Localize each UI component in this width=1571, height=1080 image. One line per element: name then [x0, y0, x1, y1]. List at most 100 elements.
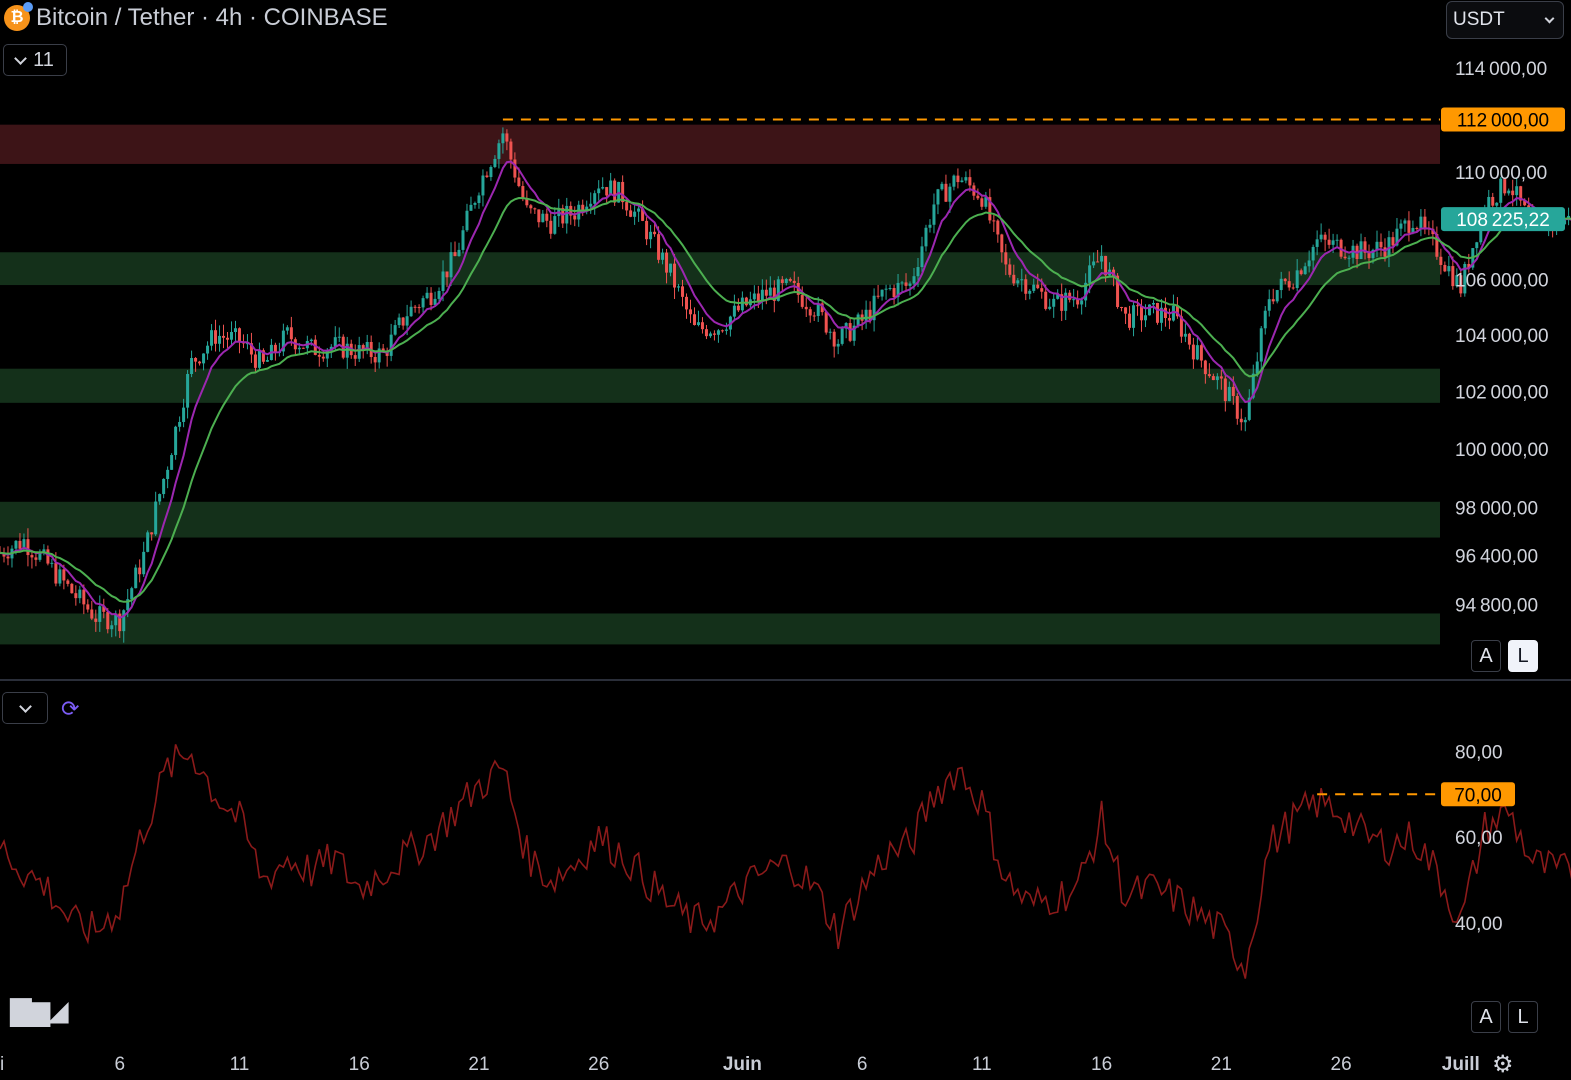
candle-body — [768, 287, 772, 296]
candle-body — [1144, 315, 1148, 321]
log-scale-button[interactable]: L — [1508, 640, 1538, 672]
candle-body — [1331, 240, 1335, 245]
candle-body — [66, 580, 70, 584]
rsi-log-scale-button[interactable]: L — [1508, 1001, 1538, 1033]
candle-body — [218, 335, 222, 344]
settings-gear-icon[interactable]: ⚙ — [1492, 1050, 1514, 1079]
time-tick-label: 16 — [349, 1054, 370, 1075]
candle-body — [708, 333, 712, 337]
rsi-auto-scale-button[interactable]: A — [1471, 1001, 1501, 1033]
candle-body — [784, 278, 788, 284]
candle-body — [106, 611, 110, 630]
candle-body — [1044, 291, 1048, 309]
candle-body — [449, 252, 453, 278]
candle-body — [401, 317, 405, 326]
candle-body — [1507, 190, 1511, 194]
candle-body — [645, 220, 649, 240]
candle-body — [716, 330, 720, 335]
auto-scale-button[interactable]: A — [1471, 640, 1501, 672]
candle-body — [353, 355, 357, 359]
candle-body — [373, 357, 377, 363]
price-tick-label: 102 000,00 — [1455, 382, 1549, 403]
candle-body — [732, 305, 736, 317]
candle-body — [629, 210, 633, 217]
candle-body — [58, 569, 62, 584]
candle-body — [1223, 378, 1227, 402]
candle-body — [142, 551, 146, 575]
time-tick-label: 26 — [1331, 1054, 1352, 1075]
candle-body — [1124, 307, 1128, 314]
candle-body — [932, 204, 936, 225]
candle-body — [756, 293, 760, 302]
candle-body — [265, 360, 269, 362]
sync-icon[interactable]: ⟳ — [61, 696, 79, 722]
candle-body — [1347, 257, 1351, 259]
candle-body — [1439, 256, 1443, 265]
candle-body — [1020, 279, 1024, 281]
candle-body — [1391, 237, 1395, 246]
support-zone — [0, 501, 1440, 538]
candle-body — [1243, 419, 1247, 423]
candle-body — [505, 133, 509, 142]
candle-body — [673, 263, 677, 288]
rsi-tick-label: 80,00 — [1455, 742, 1503, 763]
candle-body — [1128, 313, 1132, 328]
candle-body — [601, 187, 605, 189]
candle-body — [1399, 223, 1403, 229]
candle-body — [856, 314, 860, 326]
candle-body — [237, 328, 241, 342]
candle-body — [517, 177, 521, 187]
candle-body — [1008, 264, 1012, 275]
time-tick-label: Juin — [723, 1054, 762, 1075]
candle-body — [900, 282, 904, 284]
rsi-collapse-button[interactable] — [2, 692, 48, 724]
candle-body — [178, 421, 182, 427]
tradingview-logo[interactable]: ▇▆◢ — [10, 994, 69, 1027]
candle-body — [1028, 290, 1032, 294]
candle-body — [888, 288, 892, 290]
candle-body — [134, 567, 138, 589]
price-chart[interactable]: 114 000,00 110 000,00 106 000,00 104 000,00… — [0, 0, 1571, 1080]
candle-body — [740, 297, 744, 311]
rsi-line — [0, 744, 1571, 979]
candle-body — [429, 292, 433, 305]
candle-body — [996, 220, 1000, 235]
candle-body — [393, 325, 397, 335]
candle-body — [800, 294, 804, 307]
candle-body — [812, 315, 816, 317]
candle-body — [964, 177, 968, 181]
candle-body — [465, 210, 469, 231]
candle-body — [1283, 278, 1287, 282]
candle-body — [397, 317, 401, 326]
candle-body — [1155, 302, 1159, 323]
candle-body — [1183, 333, 1187, 337]
candle-body — [206, 345, 210, 354]
chevron-down-icon — [1544, 13, 1555, 23]
candle-body — [1271, 299, 1275, 302]
candle-body — [1311, 246, 1315, 261]
candle-body — [1323, 234, 1327, 240]
candle-body — [222, 335, 226, 338]
price-tick-label: 94 800,00 — [1455, 595, 1538, 616]
candle-body — [565, 205, 569, 224]
candle-body — [46, 549, 50, 564]
candle-body — [688, 309, 692, 315]
candle-body — [445, 271, 449, 278]
rsi-tick-label: 40,00 — [1455, 914, 1503, 935]
currency-select[interactable]: USDT — [1446, 1, 1564, 39]
indicators-toggle-button[interactable]: 11 — [3, 44, 67, 76]
candle-body — [289, 327, 293, 340]
candle-body — [992, 220, 996, 222]
candle-body — [182, 407, 186, 422]
candle-body — [453, 252, 457, 257]
candle-body — [696, 322, 700, 326]
candle-body — [1443, 264, 1447, 272]
candle-body — [1080, 300, 1084, 305]
candle-body — [736, 305, 740, 311]
candle-body — [848, 323, 852, 341]
candle-body — [1423, 216, 1427, 228]
candle-body — [593, 193, 597, 204]
candle-body — [1267, 299, 1271, 311]
price-tick-label: 104 000,00 — [1455, 326, 1549, 347]
candle-body — [1407, 220, 1411, 233]
